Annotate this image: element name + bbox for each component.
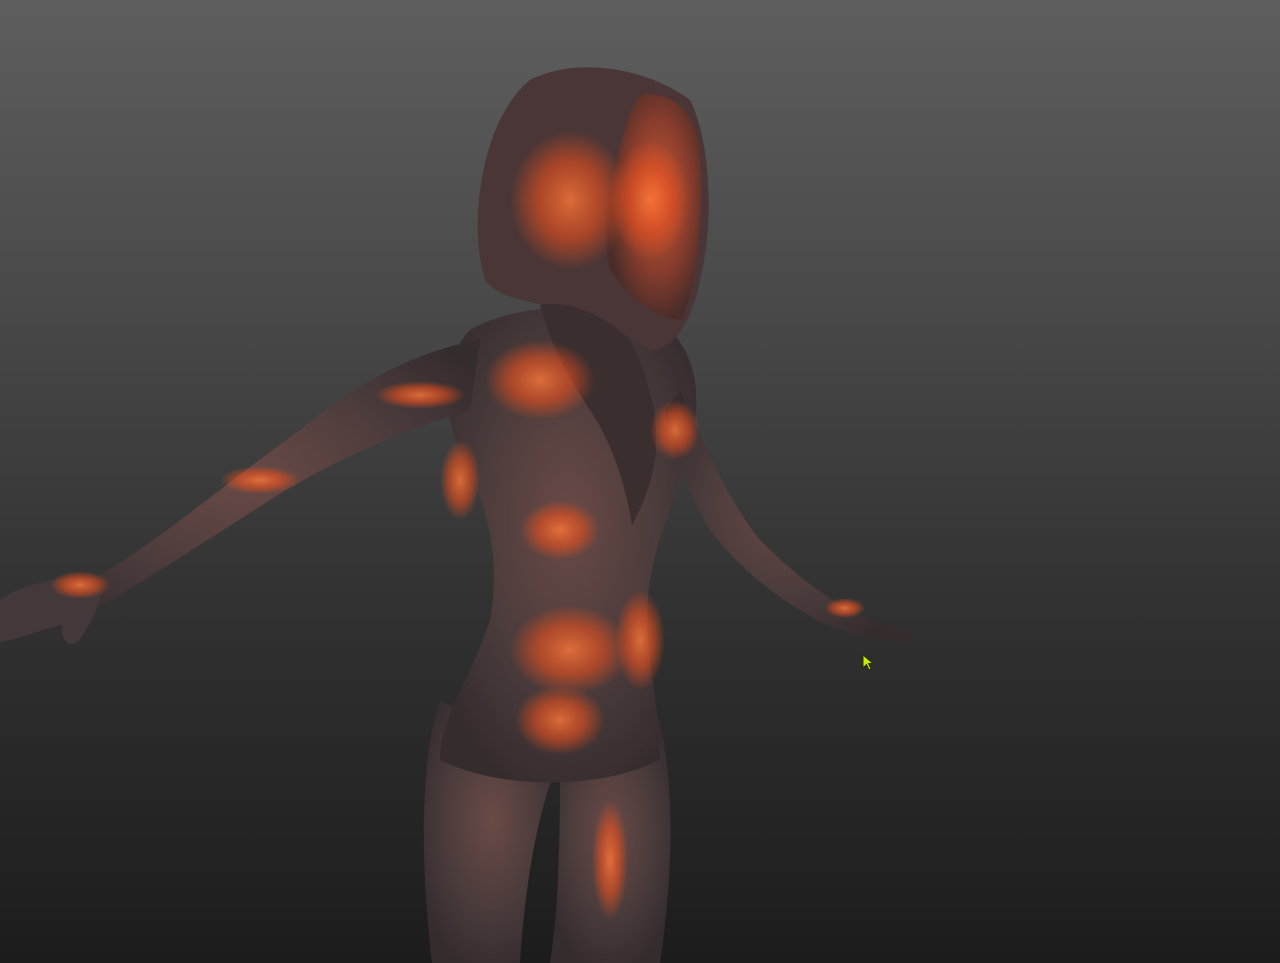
arrow-cursor-icon — [862, 654, 875, 671]
model-right-arm — [665, 390, 915, 645]
3d-viewport[interactable] — [0, 0, 1280, 963]
scene-canvas[interactable] — [0, 0, 1280, 963]
